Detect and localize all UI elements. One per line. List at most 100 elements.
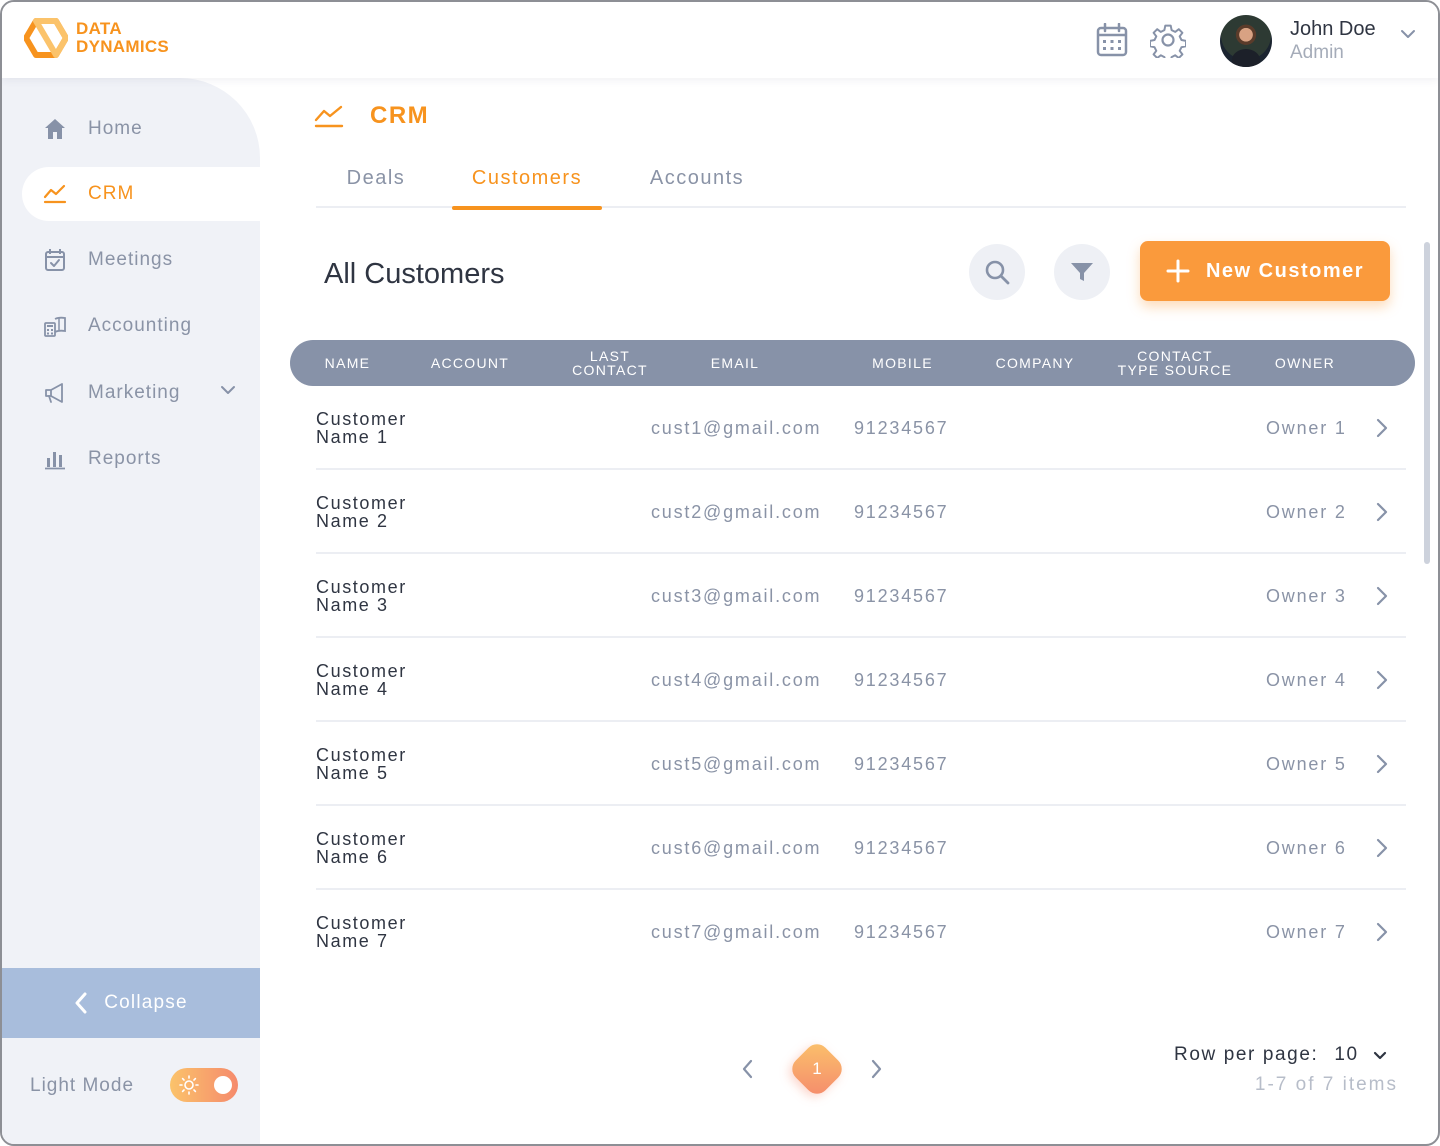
app-window: DATA DYNAMICS John Doe Admin Home CRM Me…: [0, 0, 1440, 1146]
sidebar-item-reports[interactable]: Reports: [22, 432, 260, 486]
owner-cell: Owner 1: [1266, 417, 1347, 438]
avatar: [1220, 15, 1272, 67]
customer-name-cell: Customer Name 7: [316, 913, 407, 951]
chevron-down-icon: [1401, 30, 1415, 38]
mobile-cell: 91234567: [854, 417, 949, 438]
search-button[interactable]: [969, 244, 1025, 300]
rows-per-page-select[interactable]: 10: [1334, 1044, 1386, 1066]
top-bar: DATA DYNAMICS John Doe Admin: [2, 2, 1438, 78]
owner-cell: Owner 4: [1266, 669, 1347, 690]
chevron-left-icon: [75, 992, 87, 1014]
table-row[interactable]: Customer Name 1 cust1@gmail.com 91234567 …: [316, 386, 1406, 470]
owner-cell: Owner 3: [1266, 585, 1347, 606]
page-number: 1: [812, 1059, 822, 1078]
chevron-right-icon[interactable]: [1376, 554, 1388, 638]
toggle-knob: [214, 1076, 232, 1094]
chevron-right-icon[interactable]: [1376, 806, 1388, 890]
email-cell: cust1@gmail.com: [651, 417, 822, 438]
sidebar-item-label: Meetings: [88, 249, 174, 270]
brand-line-1: DATA: [76, 19, 122, 38]
customer-name-cell: Customer Name 2: [316, 493, 407, 531]
sidebar-item-label: Accounting: [88, 315, 193, 336]
chevron-left-icon[interactable]: [740, 1058, 754, 1080]
chevron-down-icon: [1373, 1051, 1386, 1059]
brand-line-2: DYNAMICS: [76, 37, 170, 56]
chevron-down-icon[interactable]: [220, 385, 236, 395]
sidebar-item-marketing[interactable]: Marketing: [22, 366, 260, 420]
tab-customers[interactable]: Customers: [452, 158, 602, 210]
sidebar-item-accounting[interactable]: Accounting: [22, 299, 260, 353]
sidebar-item-label: Marketing: [88, 382, 181, 403]
table-row[interactable]: Customer Name 2 cust2@gmail.com 91234567 …: [316, 470, 1406, 554]
new-customer-label: New Customer: [1205, 259, 1365, 282]
sun-icon: [179, 1075, 199, 1095]
mobile-cell: 91234567: [854, 753, 949, 774]
mobile-cell: 91234567: [854, 921, 949, 942]
customer-name-cell: Customer Name 1: [316, 409, 407, 447]
sidebar-item-home[interactable]: Home: [22, 102, 260, 156]
calendar-button[interactable]: [1094, 22, 1130, 58]
customer-name-cell: Customer Name 4: [316, 661, 407, 699]
chevron-right-icon[interactable]: [1376, 890, 1388, 974]
mode-label: Light Mode: [30, 1075, 135, 1096]
home-icon: [42, 116, 68, 142]
gear-icon: [1150, 24, 1186, 58]
column-header-contact-type-source[interactable]: CONTACT TYPE SOURCE: [1115, 340, 1235, 386]
customer-name-cell: Customer Name 6: [316, 829, 407, 867]
scrollbar[interactable]: [1424, 242, 1430, 564]
column-header-company[interactable]: COMPANY: [985, 340, 1085, 386]
settings-button[interactable]: [1150, 22, 1186, 58]
page-header: CRM: [314, 102, 429, 130]
email-cell: cust4@gmail.com: [651, 669, 822, 690]
owner-cell: Owner 5: [1266, 753, 1347, 774]
mobile-cell: 91234567: [854, 669, 949, 690]
table-row[interactable]: Customer Name 5 cust5@gmail.com 91234567 …: [316, 722, 1406, 806]
user-name: John Doe: [1290, 18, 1376, 40]
megaphone-icon: [42, 380, 68, 406]
email-cell: cust7@gmail.com: [651, 921, 822, 942]
table-header: NAME ACCOUNT LAST CONTACT EMAIL MOBILE CO…: [290, 340, 1415, 386]
items-count: 1-7 of 7 items: [1254, 1074, 1398, 1095]
chevron-right-icon[interactable]: [870, 1058, 884, 1080]
column-header-last-contact[interactable]: LAST CONTACT: [560, 340, 660, 386]
chevron-right-icon[interactable]: [1376, 386, 1388, 470]
chevron-right-icon[interactable]: [1376, 470, 1388, 554]
mobile-cell: 91234567: [854, 837, 949, 858]
sidebar-item-meetings[interactable]: Meetings: [22, 233, 260, 287]
light-mode-toggle[interactable]: [170, 1068, 238, 1102]
collapse-button[interactable]: Collapse: [2, 968, 260, 1038]
calendar-icon: [1096, 23, 1128, 57]
tab-deals[interactable]: Deals: [316, 158, 436, 208]
customer-name-cell: Customer Name 5: [316, 745, 407, 783]
tab-accounts[interactable]: Accounts: [632, 158, 762, 208]
column-header-mobile[interactable]: MOBILE: [855, 340, 950, 386]
collapse-label: Collapse: [104, 992, 188, 1013]
table-row[interactable]: Customer Name 3 cust3@gmail.com 91234567 …: [316, 554, 1406, 638]
table-row[interactable]: Customer Name 7 cust7@gmail.com 91234567 …: [316, 890, 1406, 974]
column-header-owner[interactable]: OWNER: [1260, 340, 1350, 386]
column-header-account[interactable]: ACCOUNT: [420, 340, 520, 386]
table-row[interactable]: Customer Name 6 cust6@gmail.com 91234567 …: [316, 806, 1406, 890]
sidebar-item-label: Home: [88, 118, 143, 139]
mobile-cell: 91234567: [854, 585, 949, 606]
user-menu[interactable]: John Doe Admin: [1220, 15, 1415, 67]
rows-per-page-value: 10: [1334, 1044, 1359, 1065]
sidebar-item-label: Reports: [88, 448, 162, 469]
column-header-email[interactable]: EMAIL: [690, 340, 780, 386]
table-row[interactable]: Customer Name 4 cust4@gmail.com 91234567 …: [316, 638, 1406, 722]
page-button-current[interactable]: 1: [787, 1039, 847, 1099]
filter-button[interactable]: [1054, 244, 1110, 300]
sidebar-item-crm[interactable]: CRM: [22, 167, 260, 221]
customer-name-cell: Customer Name 3: [316, 577, 407, 615]
logo[interactable]: DATA DYNAMICS: [24, 18, 169, 58]
page-title: CRM: [370, 102, 430, 129]
calendar-check-icon: [42, 247, 68, 273]
calculator-book-icon: [42, 313, 68, 339]
new-customer-button[interactable]: New Customer: [1140, 241, 1390, 301]
chevron-right-icon[interactable]: [1376, 722, 1388, 806]
email-cell: cust3@gmail.com: [651, 585, 822, 606]
mobile-cell: 91234567: [854, 501, 949, 522]
main-content: CRM Deals Customers Accounts All Custome…: [260, 78, 1438, 1144]
chevron-right-icon[interactable]: [1376, 638, 1388, 722]
column-header-name[interactable]: NAME: [290, 340, 405, 386]
